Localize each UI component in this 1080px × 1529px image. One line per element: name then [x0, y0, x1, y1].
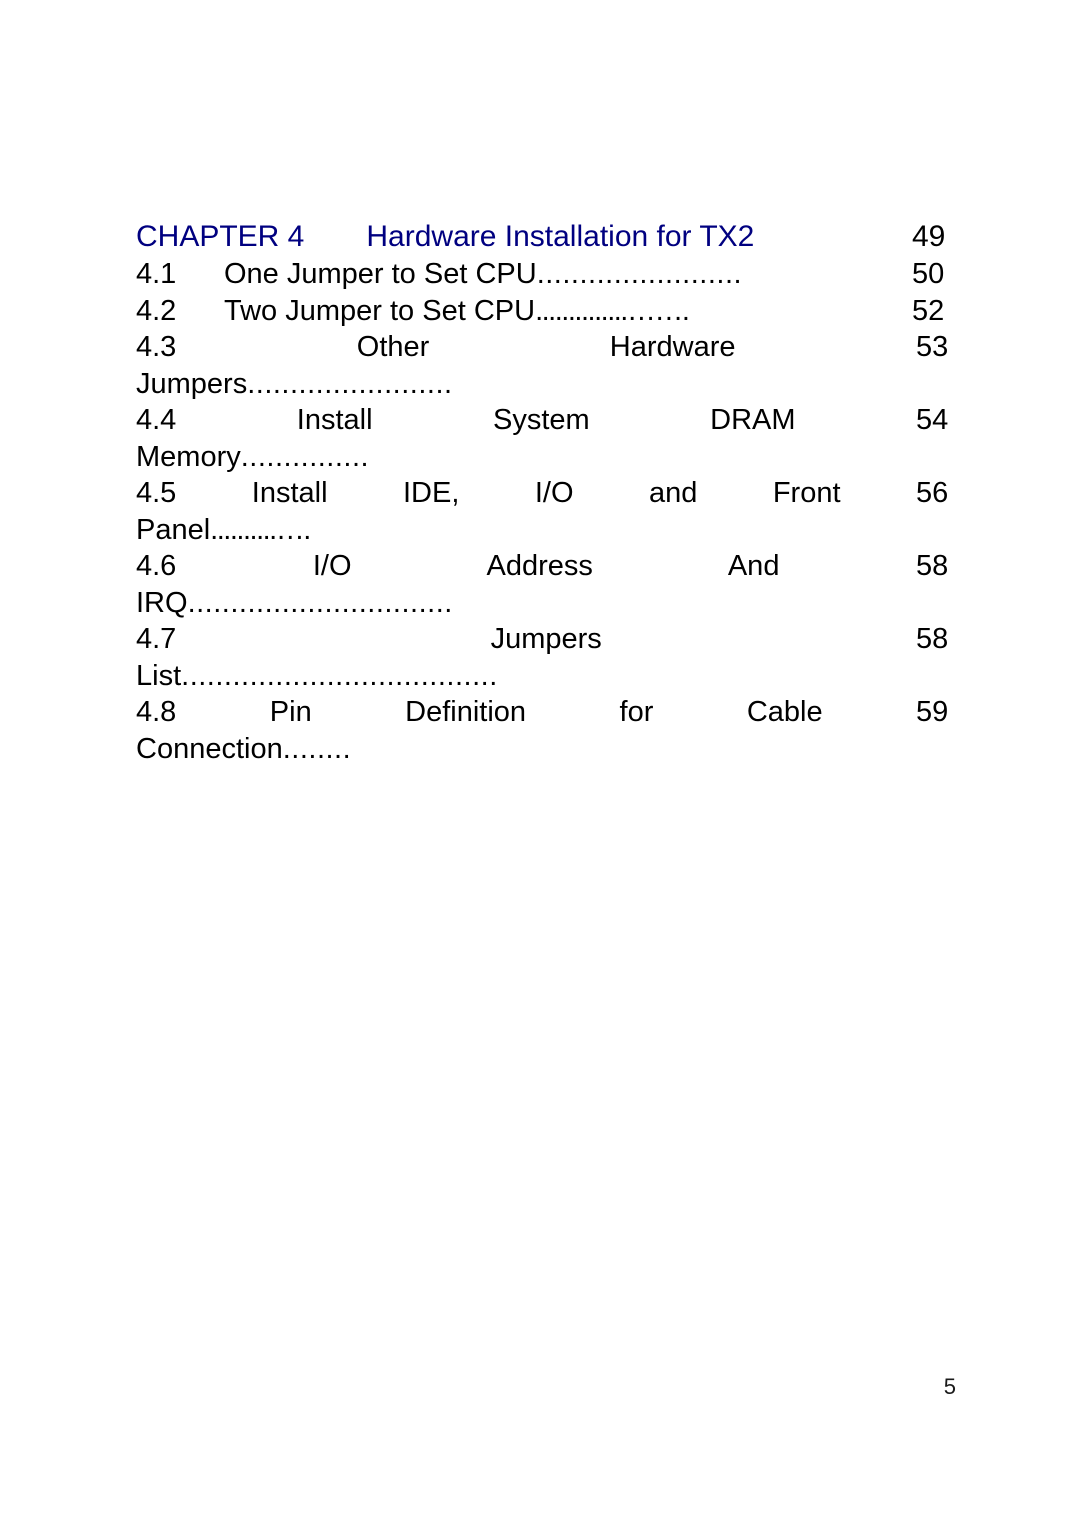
toc-continuation-text: IRQ — [136, 586, 188, 619]
toc-entry-page-number: 54 — [915, 404, 949, 436]
toc-entry-4-1[interactable]: 4.1 One Jumper to Set CPU................… — [136, 256, 956, 293]
toc-entry-number: 4.4 — [136, 404, 177, 436]
toc-entry-title-word: Install — [296, 404, 373, 436]
toc-entry-title-word: And — [727, 550, 780, 582]
toc-entry-page-number: 53 — [915, 331, 949, 363]
toc-entry-title-word: I/O — [534, 477, 574, 509]
toc-entry-title-word: and — [648, 477, 698, 509]
toc-dot-leader: ........................ — [536, 258, 743, 290]
toc-entry-title-word: for — [619, 696, 654, 728]
toc-dot-leader: ........ — [282, 732, 352, 765]
toc-entry-title-word: Address — [486, 550, 593, 582]
table-of-contents: CHAPTER 4 Hardware Installation for TX2 49… — [136, 218, 956, 767]
toc-dot-leader: ..............……. — [535, 294, 690, 327]
toc-entry-title-word: Other — [356, 331, 430, 363]
toc-entry-number: 4.7 — [136, 623, 177, 655]
toc-entry-title-word: Definition — [405, 696, 527, 728]
toc-entry-4-3[interactable]: 4.3 Other Hardware 53 — [136, 329, 956, 366]
toc-entry-number: 4.5 — [136, 477, 177, 509]
toc-entry-4-5[interactable]: 4.5 Install IDE, I/O and Front 56 — [136, 475, 956, 512]
toc-entry-title: Two Jumper to Set CPU — [224, 294, 536, 327]
toc-continuation-text: Panel — [136, 513, 211, 546]
toc-entry-title-word: Hardware — [609, 331, 736, 363]
toc-entry-4-4[interactable]: 4.4 Install System DRAM 54 — [136, 402, 956, 439]
toc-entry-page-number: 58 — [916, 550, 949, 582]
toc-entry-4-7-continuation: List....................................… — [136, 658, 956, 695]
toc-entry-number: 4.1 — [136, 258, 177, 290]
toc-dot-leader: ............................... — [187, 586, 453, 619]
toc-entry-title-word: System — [493, 404, 590, 436]
toc-chapter-label: CHAPTER 4 — [136, 220, 305, 253]
toc-dot-leader: ........................ — [247, 367, 453, 400]
toc-entry-4-4-continuation: Memory............... — [136, 439, 956, 476]
toc-chapter-title: Hardware Installation for TX2 — [366, 220, 755, 253]
toc-entry-title-word: Pin — [269, 696, 312, 728]
toc-continuation-text: List — [136, 659, 182, 692]
toc-entry-title-word: Jumpers — [490, 623, 602, 655]
toc-entry-page-number: 50 — [912, 258, 945, 290]
toc-continuation-text: Connection — [136, 732, 283, 765]
toc-entry-title-word: DRAM — [710, 404, 796, 436]
toc-chapter-page-number: 49 — [912, 220, 946, 253]
toc-entry-title: One Jumper to Set CPU — [224, 258, 537, 290]
toc-entry-title-word: Install — [251, 477, 328, 509]
toc-continuation-text: Jumpers — [136, 367, 248, 400]
toc-dot-leader: ..................................... — [181, 659, 498, 692]
toc-entry-4-5-continuation: Panel..........…. — [136, 512, 956, 549]
toc-chapter-heading[interactable]: CHAPTER 4 Hardware Installation for TX2 49 — [136, 218, 956, 256]
toc-entry-4-6-continuation: IRQ............................... — [136, 585, 956, 622]
toc-entry-title-word: Front — [772, 477, 841, 509]
toc-entry-4-8-continuation: Connection........ — [136, 731, 956, 768]
page-number: 5 — [943, 1374, 956, 1399]
toc-entry-page-number: 52 — [912, 294, 945, 327]
toc-entry-title-word: Cable — [746, 696, 823, 728]
toc-entry-page-number: 59 — [916, 696, 949, 728]
toc-entry-4-2[interactable]: 4.2 Two Jumper to Set CPU..............……… — [136, 293, 956, 330]
document-page: CHAPTER 4 Hardware Installation for TX2 49… — [0, 0, 1080, 1529]
toc-entry-4-8[interactable]: 4.8 Pin Definition for Cable 59 — [136, 694, 956, 731]
toc-entry-4-6[interactable]: 4.6 I/O Address And 58 — [136, 548, 956, 585]
toc-entry-number: 4.6 — [136, 550, 177, 582]
toc-continuation-text: Memory — [136, 440, 241, 473]
toc-entry-number: 4.8 — [136, 696, 177, 728]
toc-entry-4-7[interactable]: 4.7 Jumpers 58 — [136, 621, 956, 658]
toc-dot-leader: ..........…. — [210, 513, 311, 546]
toc-entry-title-word: IDE, — [403, 477, 460, 509]
toc-entry-page-number: 58 — [916, 623, 949, 655]
toc-entry-number: 4.2 — [136, 294, 177, 327]
toc-entry-number: 4.3 — [136, 331, 177, 363]
toc-entry-4-3-continuation: Jumpers........................ — [136, 366, 956, 403]
page-folio: 5 — [0, 1374, 956, 1400]
toc-entry-title-word: I/O — [312, 550, 352, 582]
toc-dot-leader: ............... — [240, 440, 370, 473]
toc-entry-page-number: 56 — [915, 477, 949, 509]
